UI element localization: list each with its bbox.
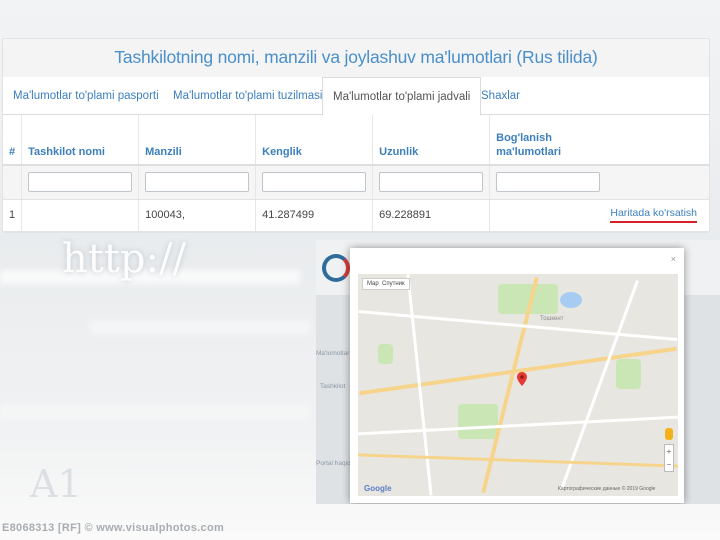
tab-bar: Ma'lumotlar to'plami pasporti Ma'lumotla…	[3, 77, 709, 116]
watermark: E8068313 [RF] © www.visualphotos.com	[2, 522, 225, 534]
map-attribution: Картографические данные © 2019 Google	[558, 486, 656, 492]
background-app-text: Tashkilot	[320, 383, 346, 390]
filter-cell	[3, 165, 23, 200]
map-park	[616, 359, 641, 389]
column-header-latitude[interactable]: Kenglik	[255, 115, 374, 166]
column-header-longitude[interactable]: Uzunlik	[372, 115, 491, 166]
app-logo-icon	[322, 254, 350, 282]
map-screenshot: Ma'lumotlar Tashkilot Portal haqida × Ma…	[316, 240, 720, 504]
map-city-label: Тошкент	[540, 316, 564, 322]
background-http-text: http://	[62, 236, 186, 282]
map-tab[interactable]: Map	[367, 281, 379, 287]
tab-structure[interactable]: Ma'lumotlar to'plami tuzilmasi	[163, 77, 332, 115]
filter-cell	[138, 165, 257, 200]
cell-latitude: 41.287499	[255, 199, 374, 232]
filter-contact-input[interactable]	[496, 172, 601, 193]
background-big-text: A1	[30, 462, 82, 506]
map-road	[358, 453, 678, 468]
map-type-toggle[interactable]: Map Спутник	[362, 278, 410, 290]
table-header-row: # Tashkilot nomi Manzili Kenglik Uzunlik…	[3, 115, 709, 166]
dataset-panel: Tashkilotning nomi, manzili va joylashuv…	[2, 38, 710, 233]
page-title: Tashkilotning nomi, manzili va joylashuv…	[114, 47, 598, 67]
title-bar: Tashkilotning nomi, manzili va joylashuv…	[3, 39, 709, 77]
column-header-number: #	[3, 115, 23, 166]
map-pin-icon[interactable]	[517, 372, 527, 386]
filter-cell	[372, 165, 491, 200]
satellite-tab[interactable]: Спутник	[382, 281, 405, 287]
column-header-address[interactable]: Manzili	[138, 115, 257, 166]
background-app-text: Ma'lumotlar	[316, 350, 350, 357]
background-app-text: Portal haqida	[316, 460, 355, 467]
cell-longitude: 69.228891	[372, 199, 491, 232]
map-water	[560, 292, 582, 308]
map-park	[458, 404, 498, 439]
column-header-contact[interactable]: Bog'lanish ma'lumotlari	[489, 115, 709, 166]
close-icon[interactable]: ×	[671, 254, 676, 264]
filter-cell	[255, 165, 374, 200]
filter-latitude-input[interactable]	[262, 172, 367, 193]
filter-cell	[489, 165, 709, 200]
tab-table[interactable]: Ma'lumotlar to'plami jadvali	[322, 77, 482, 116]
filter-cell	[21, 165, 140, 200]
background-streak	[0, 405, 310, 419]
cell-number: 1	[3, 199, 23, 232]
zoom-out-button[interactable]: −	[665, 458, 673, 471]
show-on-map-link[interactable]: Haritada ko'rsatish	[610, 207, 697, 223]
zoom-control: + −	[664, 444, 674, 472]
map-park	[378, 344, 393, 364]
zoom-in-button[interactable]: +	[665, 445, 673, 458]
background-streak	[90, 320, 310, 334]
google-map[interactable]: Map Спутник Тошкент + − Google Картограф…	[358, 274, 678, 496]
filter-longitude-input[interactable]	[379, 172, 484, 193]
filter-address-input[interactable]	[145, 172, 250, 193]
table-row: 1 100043, 41.287499 69.228891 Haritada k…	[3, 199, 709, 232]
filter-row	[3, 165, 709, 200]
street-view-pegman-icon[interactable]	[665, 428, 673, 440]
filter-name-input[interactable]	[28, 172, 133, 193]
map-road	[358, 310, 678, 341]
column-header-name[interactable]: Tashkilot nomi	[21, 115, 140, 166]
google-logo: Google	[364, 484, 392, 493]
map-road	[358, 415, 678, 436]
cell-name	[21, 199, 140, 232]
tab-shaxlar[interactable]: Shaxlar	[471, 77, 530, 115]
data-table: # Tashkilot nomi Manzili Kenglik Uzunlik…	[3, 115, 709, 232]
tab-passport[interactable]: Ma'lumotlar to'plami pasporti	[3, 77, 169, 115]
cell-address: 100043,	[138, 199, 257, 232]
cell-contact: Haritada ko'rsatish	[489, 199, 709, 232]
map-modal: × Map Спутник Тошкент + − Google Картогр…	[350, 248, 684, 503]
